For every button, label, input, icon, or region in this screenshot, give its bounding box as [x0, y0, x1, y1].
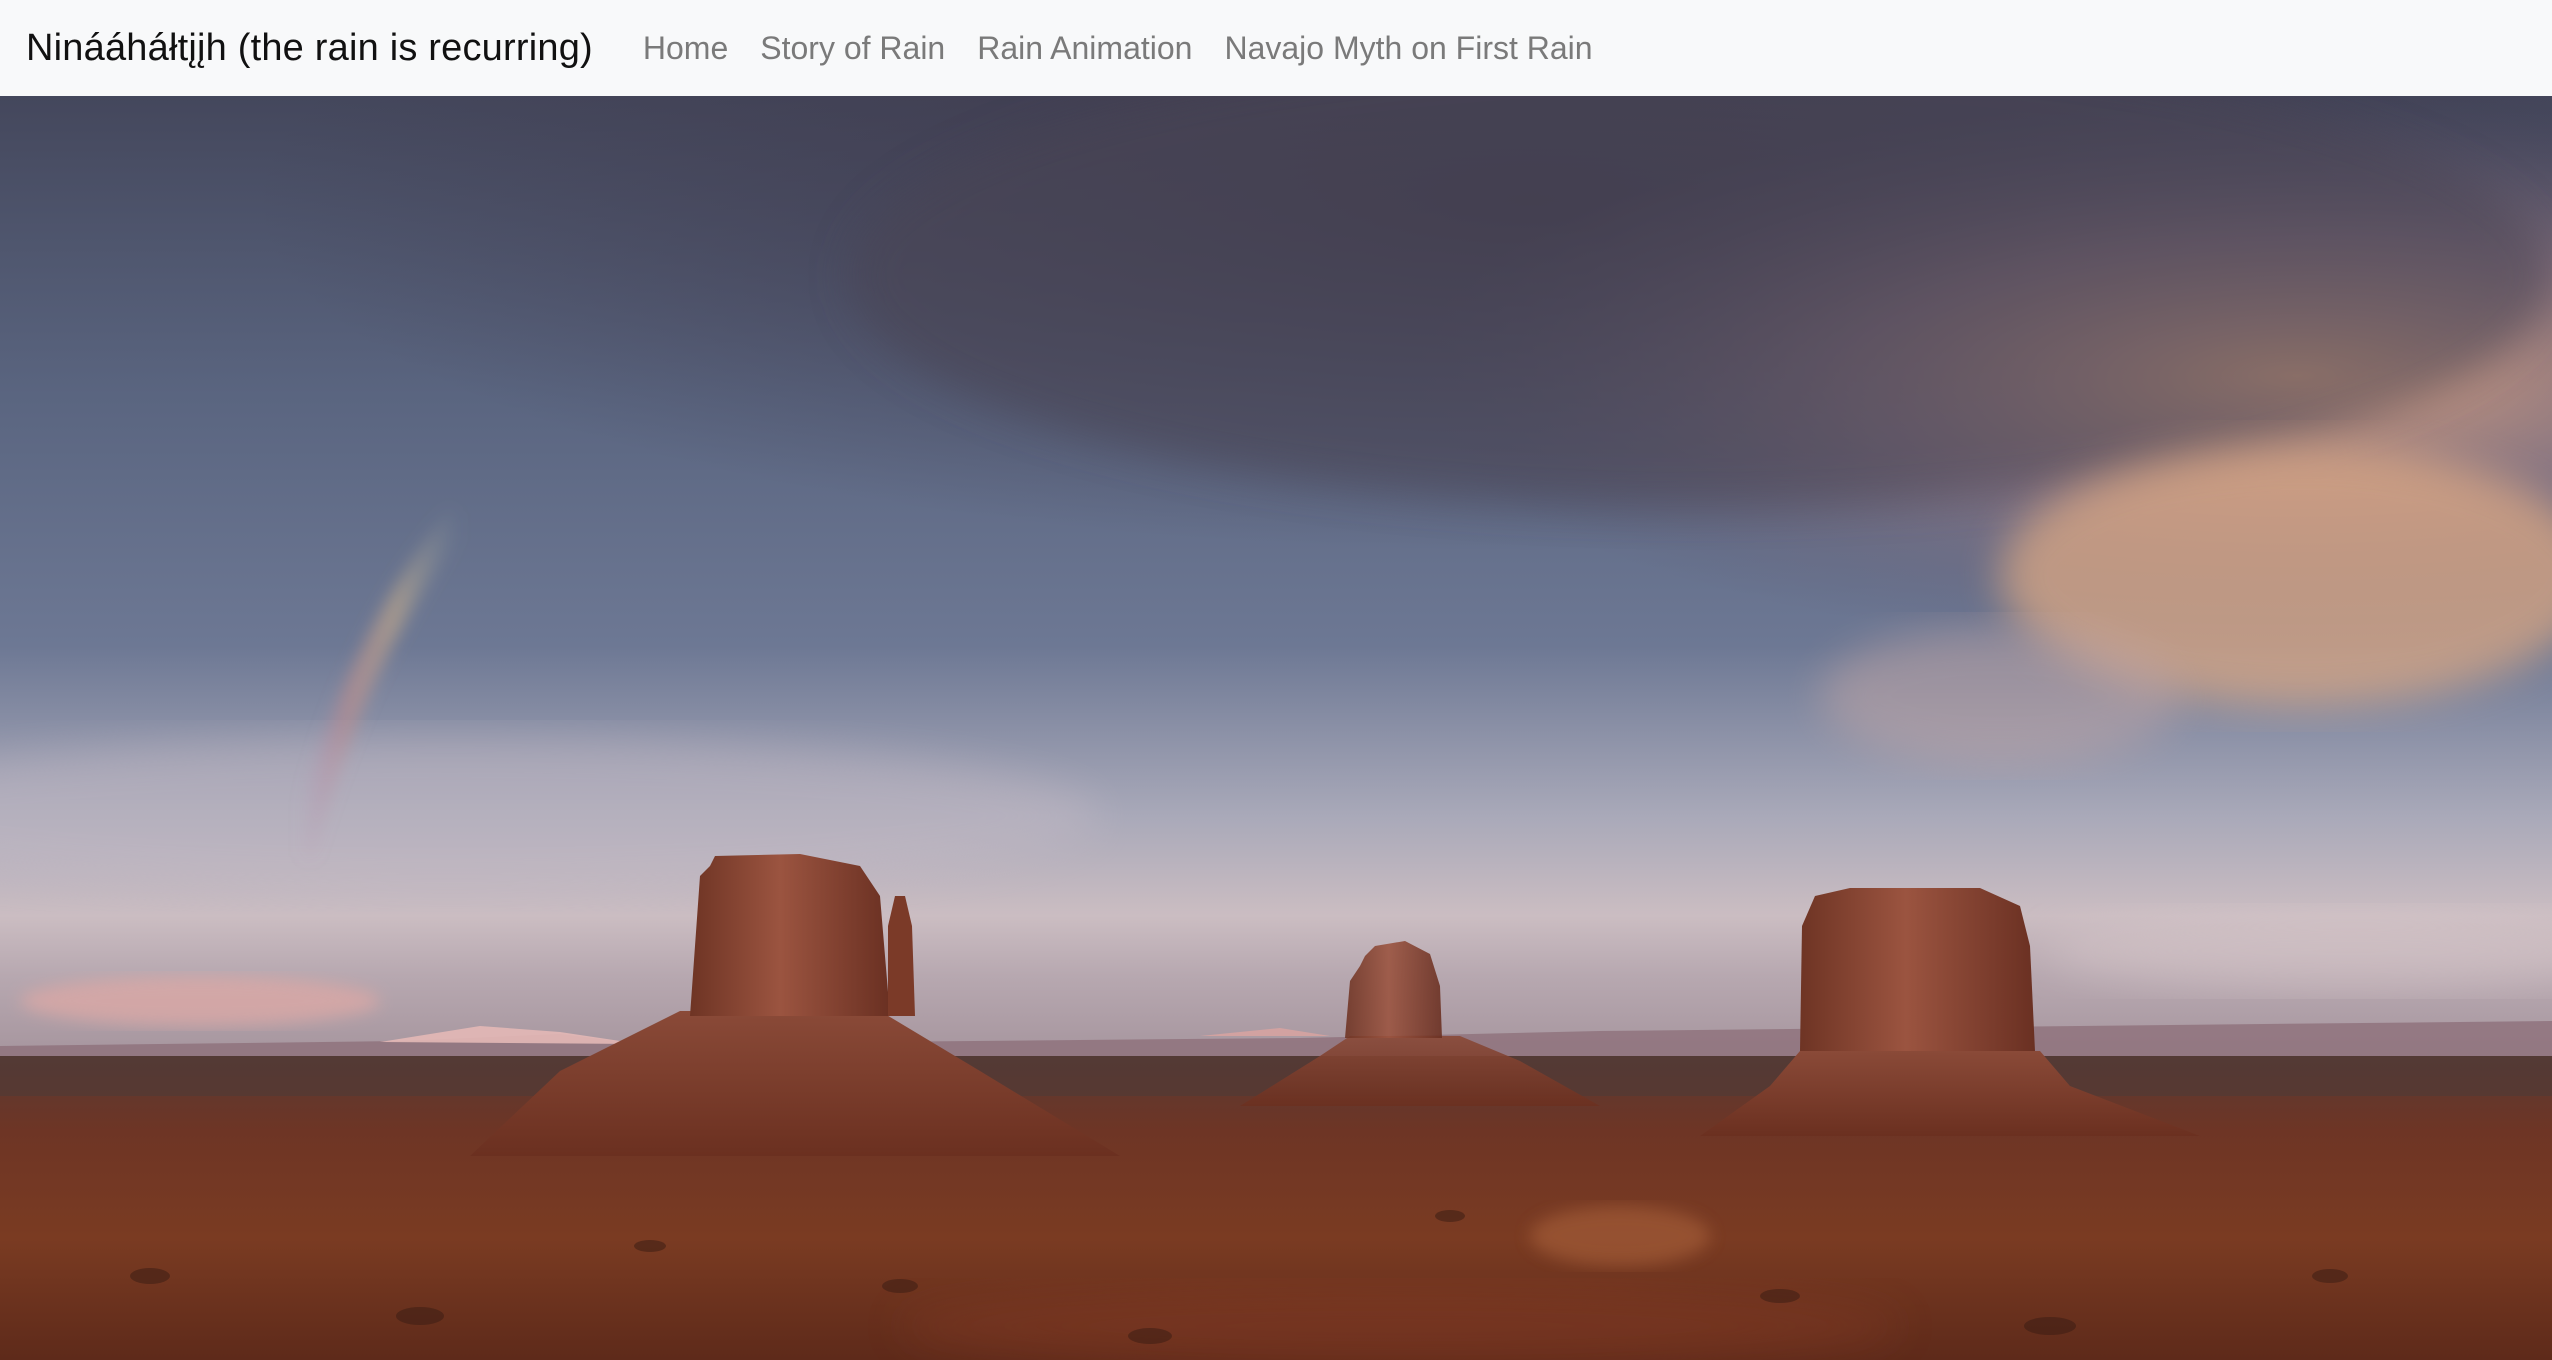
- nav-link-home[interactable]: Home: [643, 30, 728, 67]
- nav-link-story-of-rain[interactable]: Story of Rain: [760, 30, 945, 67]
- monument-valley-storm-photo: [0, 96, 2552, 1360]
- top-navbar: Ninááháłtįįh (the rain is recurring) Hom…: [0, 0, 2552, 96]
- nav-links: Home Story of Rain Rain Animation Navajo…: [643, 30, 1625, 67]
- hero-image: [0, 96, 2552, 1360]
- nav-link-rain-animation[interactable]: Rain Animation: [977, 30, 1192, 67]
- site-brand-link[interactable]: Ninááháłtįįh (the rain is recurring): [26, 27, 593, 70]
- nav-link-navajo-myth[interactable]: Navajo Myth on First Rain: [1224, 30, 1592, 67]
